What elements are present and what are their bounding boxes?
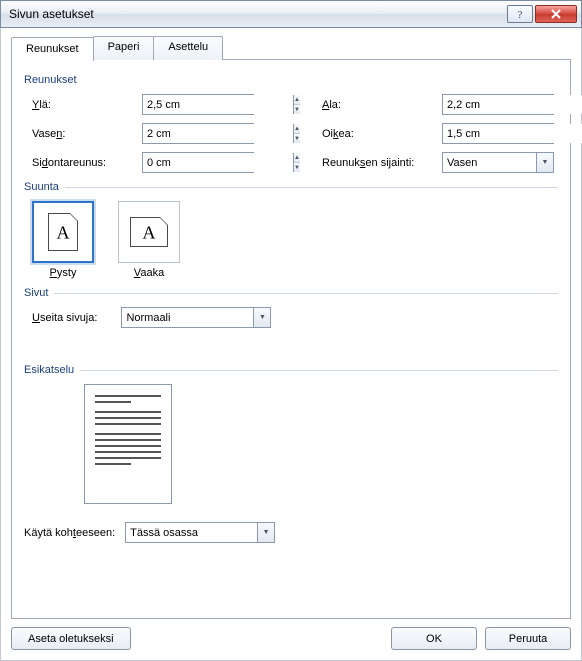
gutter-spinner[interactable]: ▲▼ (142, 152, 254, 173)
right-margin-spinner[interactable]: ▲▼ (442, 123, 554, 144)
preview-page (84, 384, 172, 504)
cancel-button[interactable]: Peruuta (485, 627, 571, 650)
ok-button[interactable]: OK (391, 627, 477, 650)
right-margin-input[interactable] (443, 124, 582, 143)
gutter-pos-value: Vasen (443, 157, 536, 169)
window-title: Sivun asetukset (9, 7, 505, 21)
tab-layout[interactable]: Asettelu (153, 36, 223, 60)
page-landscape-icon: A (130, 217, 168, 247)
chevron-down-icon: ▼ (536, 153, 553, 172)
portrait-card[interactable]: A (32, 201, 94, 263)
label-bottom: Ala: (322, 99, 442, 111)
multiple-pages-value: Normaali (122, 312, 253, 324)
help-button[interactable]: ? (507, 5, 533, 23)
chevron-down-icon: ▼ (253, 308, 270, 327)
spin-down-icon[interactable]: ▼ (294, 105, 300, 114)
group-margins: Reunukset (24, 74, 558, 86)
bottom-margin-spinner[interactable]: ▲▼ (442, 94, 554, 115)
spin-up-icon[interactable]: ▲ (294, 124, 300, 134)
bottom-margin-input[interactable] (443, 95, 582, 114)
titlebar: Sivun asetukset ? (0, 0, 582, 28)
label-gutter: Sidontareunus: (32, 157, 142, 169)
orientation-landscape[interactable]: A Vaaka (118, 201, 180, 279)
chevron-down-icon: ▼ (257, 523, 274, 542)
svg-text:?: ? (518, 9, 523, 20)
spin-up-icon[interactable]: ▲ (294, 95, 300, 105)
label-right: Oikea: (322, 128, 442, 140)
gutter-pos-select[interactable]: Vasen ▼ (442, 152, 554, 173)
apply-to-value: Tässä osassa (126, 527, 257, 539)
landscape-label: Vaaka (118, 267, 180, 279)
dialog-footer: Aseta oletukseksi OK Peruuta (11, 627, 571, 650)
gutter-input[interactable] (143, 153, 293, 172)
label-multiple-pages: Useita sivuja: (32, 312, 97, 324)
tabstrip: Reunukset Paperi Asettelu (11, 36, 571, 60)
spin-up-icon[interactable]: ▲ (294, 153, 300, 163)
label-gutter-pos: Reunuksen sijainti: (322, 157, 442, 169)
portrait-label: Pysty (32, 267, 94, 279)
label-apply-to: Käytä kohteeseen: (24, 527, 115, 539)
multiple-pages-select[interactable]: Normaali ▼ (121, 307, 271, 328)
close-button[interactable] (535, 5, 577, 23)
orientation-portrait[interactable]: A Pysty (32, 201, 94, 279)
label-left: Vasen: (32, 128, 142, 140)
top-margin-spinner[interactable]: ▲▼ (142, 94, 254, 115)
margins-grid: Ylä: ▲▼ Ala: ▲▼ Vasen: ▲▼ Oikea: ▲▼ (32, 94, 558, 173)
group-pages: Sivut (24, 287, 48, 299)
group-preview: Esikatselu (24, 364, 74, 376)
apply-to-select[interactable]: Tässä osassa ▼ (125, 522, 275, 543)
page-portrait-icon: A (48, 213, 78, 251)
tab-panel: Reunukset Ylä: ▲▼ Ala: ▲▼ Vasen: ▲▼ Oike… (11, 59, 571, 619)
set-default-button[interactable]: Aseta oletukseksi (11, 627, 131, 650)
landscape-card[interactable]: A (118, 201, 180, 263)
left-margin-spinner[interactable]: ▲▼ (142, 123, 254, 144)
spin-down-icon[interactable]: ▼ (294, 163, 300, 172)
tab-margins[interactable]: Reunukset (11, 37, 94, 61)
spin-down-icon[interactable]: ▼ (294, 134, 300, 143)
group-orientation: Suunta (24, 181, 59, 193)
top-margin-input[interactable] (143, 95, 293, 114)
tab-paper[interactable]: Paperi (93, 36, 155, 60)
left-margin-input[interactable] (143, 124, 293, 143)
label-top: Ylä: (32, 99, 142, 111)
